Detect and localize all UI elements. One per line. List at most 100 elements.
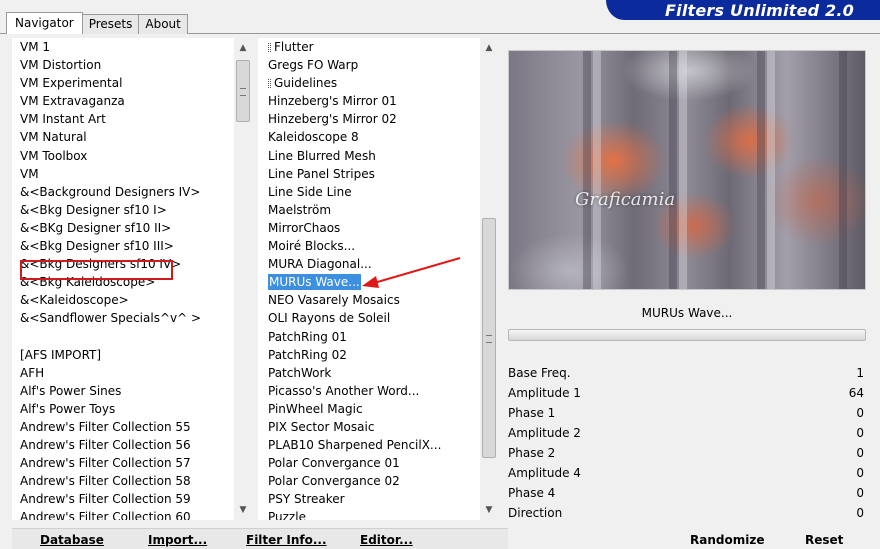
editor-button[interactable]: Editor...	[360, 532, 413, 548]
category-scroll-thumb[interactable]	[236, 60, 250, 122]
filter-scrollbar[interactable]: ▲ ▼	[480, 38, 498, 520]
tab-about[interactable]: About	[138, 14, 188, 34]
parameter-label: Amplitude 4	[508, 466, 581, 480]
progress-bar	[508, 329, 866, 341]
category-item[interactable]: VM Natural	[12, 128, 234, 146]
category-item[interactable]: &<Bkg Designer sf10 I>	[12, 201, 234, 219]
category-item[interactable]: &<BKg Designer sf10 II>	[12, 219, 234, 237]
category-item[interactable]: VM	[12, 165, 234, 183]
reset-button[interactable]: Reset	[805, 532, 843, 548]
parameter-row[interactable]: Amplitude 2 0	[508, 423, 866, 443]
filter-item[interactable]: PIX Sector Mosaic	[258, 418, 480, 436]
filter-item-label: Gregs FO Warp	[268, 58, 359, 73]
parameter-row[interactable]: Direction 0	[508, 503, 866, 523]
parameter-row[interactable]: Phase 2 0	[508, 443, 866, 463]
category-item[interactable]: VM Experimental	[12, 74, 234, 92]
filter-item[interactable]: PLAB10 Sharpened PencilX...	[258, 436, 480, 454]
parameter-row[interactable]: Amplitude 1 64	[508, 383, 866, 403]
parameter-value[interactable]: 0	[834, 406, 864, 420]
parameter-value[interactable]: 0	[834, 466, 864, 480]
filter-item[interactable]: MirrorChaos	[258, 219, 480, 237]
category-item[interactable]: [AFS IMPORT]	[12, 346, 234, 364]
parameter-row[interactable]: Phase 1 0	[508, 403, 866, 423]
category-item[interactable]: &<Sandflower Specials^v^ >	[12, 309, 234, 327]
scroll-down-arrow-icon[interactable]: ▼	[235, 502, 251, 518]
scroll-up-arrow-icon[interactable]: ▲	[481, 40, 497, 56]
filter-item[interactable]: PatchWork	[258, 364, 480, 382]
filter-item-label: Polar Convergance 01	[268, 456, 400, 471]
preview-wave-band	[669, 51, 677, 289]
category-item[interactable]: Andrew's Filter Collection 55	[12, 418, 234, 436]
filter-item[interactable]: Maelström	[258, 201, 480, 219]
parameter-value[interactable]: 64	[834, 386, 864, 400]
category-item[interactable]: Alf's Power Toys	[12, 400, 234, 418]
filter-item[interactable]: Line Side Line	[258, 183, 480, 201]
filter-item[interactable]: Picasso's Another Word...	[258, 382, 480, 400]
filter-item[interactable]: Puzzle	[258, 508, 480, 520]
parameter-row[interactable]: Phase 4 0	[508, 483, 866, 503]
filter-item-label: Polar Convergance 02	[268, 474, 400, 489]
filter-item[interactable]: Polar Convergance 01	[258, 454, 480, 472]
filter-item-label: OLI Rayons de Soleil	[268, 311, 391, 326]
group-grip-icon	[268, 43, 271, 52]
parameter-value[interactable]: 0	[834, 486, 864, 500]
category-scrollbar[interactable]: ▲ ▼	[234, 38, 252, 520]
filter-item-label: Line Panel Stripes	[268, 166, 375, 181]
parameter-label: Direction	[508, 506, 563, 520]
filter-item[interactable]: Moiré Blocks...	[258, 237, 480, 255]
tab-presets[interactable]: Presets	[81, 14, 140, 34]
filter-item-label: PSY Streaker	[268, 492, 345, 507]
filter-item-label: Hinzeberg's Mirror 02	[268, 112, 397, 127]
filter-info-button[interactable]: Filter Info...	[246, 532, 327, 548]
parameter-value[interactable]: 0	[834, 506, 864, 520]
filter-item[interactable]: Line Blurred Mesh	[258, 147, 480, 165]
filter-item[interactable]: Polar Convergance 02	[258, 472, 480, 490]
filter-item[interactable]: NEO Vasarely Mosaics	[258, 291, 480, 309]
filter-item[interactable]: Gregs FO Warp	[258, 56, 480, 74]
category-item[interactable]: Alf's Power Sines	[12, 382, 234, 400]
scroll-up-arrow-icon[interactable]: ▲	[235, 40, 251, 56]
parameter-row[interactable]: Amplitude 4 0	[508, 463, 866, 483]
filter-item[interactable]: OLI Rayons de Soleil	[258, 309, 480, 327]
parameter-value[interactable]: 1	[834, 366, 864, 380]
category-item[interactable]: Andrew's Filter Collection 58	[12, 472, 234, 490]
filter-item[interactable]: Flutter	[258, 38, 480, 56]
category-item[interactable]: VM Extravaganza	[12, 92, 234, 110]
category-item[interactable]: Andrew's Filter Collection 60	[12, 508, 234, 520]
category-item[interactable]: Andrew's Filter Collection 56	[12, 436, 234, 454]
tab-navigator[interactable]: Navigator	[6, 12, 83, 34]
category-item[interactable]: Andrew's Filter Collection 57	[12, 454, 234, 472]
category-item[interactable]: VM Instant Art	[12, 110, 234, 128]
database-button[interactable]: Database	[40, 532, 104, 548]
category-item[interactable]: &<Kaleidoscope>	[12, 291, 234, 309]
preview-wave-band	[679, 51, 687, 289]
filter-item[interactable]: PSY Streaker	[258, 490, 480, 508]
parameter-value[interactable]: 0	[834, 426, 864, 440]
filter-item-label: PLAB10 Sharpened PencilX...	[268, 438, 442, 453]
parameter-value[interactable]: 0	[834, 446, 864, 460]
category-item[interactable]: Andrew's Filter Collection 59	[12, 490, 234, 508]
filter-item[interactable]: Hinzeberg's Mirror 01	[258, 92, 480, 110]
filter-item[interactable]: PinWheel Magic	[258, 400, 480, 418]
category-item[interactable]: AFH	[12, 364, 234, 382]
randomize-button[interactable]: Randomize	[690, 532, 764, 548]
filter-item[interactable]: PatchRing 02	[258, 346, 480, 364]
category-item[interactable]: VM 1	[12, 38, 234, 56]
category-item[interactable]: VM Distortion	[12, 56, 234, 74]
filter-item[interactable]: Guidelines	[258, 74, 480, 92]
filter-scroll-thumb[interactable]	[482, 218, 496, 458]
parameter-row[interactable]: Base Freq. 1	[508, 363, 866, 383]
import-button[interactable]: Import...	[148, 532, 207, 548]
filter-item[interactable]: Kaleidoscope 8	[258, 128, 480, 146]
category-item[interactable]: &<Background Designers IV>	[12, 183, 234, 201]
scroll-down-arrow-icon[interactable]: ▼	[481, 502, 497, 518]
filter-item[interactable]: PatchRing 01	[258, 328, 480, 346]
category-item[interactable]: VM Toolbox	[12, 147, 234, 165]
filter-item-label: Puzzle	[268, 510, 306, 520]
filter-item-label: Guidelines	[274, 76, 338, 91]
category-item[interactable]: &<Bkg Designer sf10 III>	[12, 237, 234, 255]
category-highlight-box	[20, 260, 173, 280]
category-item[interactable]	[12, 328, 234, 346]
filter-item[interactable]: Line Panel Stripes	[258, 165, 480, 183]
filter-item[interactable]: Hinzeberg's Mirror 02	[258, 110, 480, 128]
